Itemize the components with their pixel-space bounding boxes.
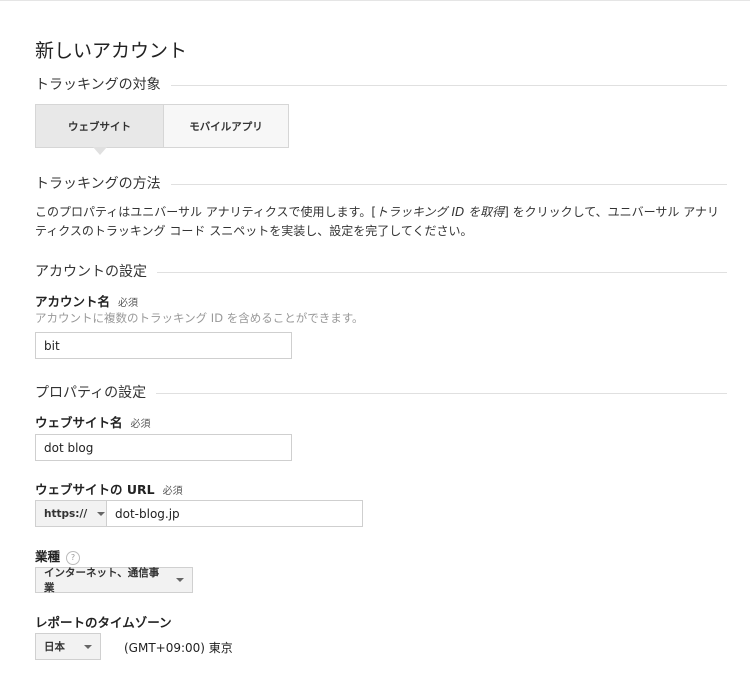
section-divider xyxy=(170,183,727,185)
timezone-country-value: 日本 xyxy=(44,641,65,653)
website-name-label: ウェブサイト名 必須 xyxy=(35,412,151,431)
section-divider xyxy=(170,84,727,86)
top-divider xyxy=(0,0,750,1)
section-divider xyxy=(157,271,727,273)
timezone-zone-text: (GMT+09:00) 東京 xyxy=(124,641,233,655)
protocol-dropdown[interactable]: https:// xyxy=(35,500,107,527)
account-name-hint: アカウントに複数のトラッキング ID を含めることができます。 xyxy=(35,311,364,325)
chevron-down-icon xyxy=(97,511,106,516)
industry-dropdown[interactable]: インターネット、通信事業 xyxy=(35,567,193,594)
tab-website-label: ウェブサイト xyxy=(68,120,131,133)
chevron-down-icon xyxy=(176,578,184,582)
description-text: ティクスのトラッキング コード スニペットを実装し、設定を完了してください。 xyxy=(35,224,473,238)
section-tracking-target: トラッキングの対象 xyxy=(35,74,727,94)
section-divider xyxy=(156,392,727,394)
industry-label: 業種? xyxy=(35,546,81,565)
required-badge: 必須 xyxy=(118,298,139,309)
industry-value: インターネット、通信事業 xyxy=(44,567,160,594)
website-name-input[interactable]: dot blog xyxy=(35,434,292,461)
tracking-target-tabs: ウェブサイト モバイルアプリ xyxy=(35,104,289,155)
account-name-input[interactable]: bit xyxy=(35,332,292,359)
tracking-method-description: このプロパティはユニバーサル アナリティクスで使用します。[トラッキング ID … xyxy=(35,203,725,241)
account-name-label: アカウント名 必須 xyxy=(35,291,138,310)
field-label-text: ウェブサイトの URL xyxy=(35,482,155,497)
tab-mobile-app-label: モバイルアプリ xyxy=(189,120,263,133)
new-account-page: 新しいアカウント トラッキングの対象 ウェブサイト モバイルアプリ トラッキング… xyxy=(0,0,750,683)
timezone-label: レポートのタイムゾーン xyxy=(35,612,172,631)
field-label-text: 業種 xyxy=(35,549,61,564)
section-label: トラッキングの対象 xyxy=(35,77,161,93)
get-tracking-id-reference: トラッキング ID を取得 xyxy=(376,205,505,219)
website-name-value: dot blog xyxy=(44,440,94,455)
field-label-text: ウェブサイト名 xyxy=(35,415,123,430)
section-label: トラッキングの方法 xyxy=(35,176,161,192)
required-badge: 必須 xyxy=(162,486,183,497)
website-url-label: ウェブサイトの URL 必須 xyxy=(35,479,183,498)
section-account-settings: アカウントの設定 xyxy=(35,261,727,281)
active-tab-pointer xyxy=(93,147,107,155)
required-badge: 必須 xyxy=(130,419,151,430)
help-icon[interactable]: ? xyxy=(66,550,81,565)
chevron-down-icon xyxy=(84,644,92,649)
website-url-value: dot-blog.jp xyxy=(115,506,180,521)
page-title: 新しいアカウント xyxy=(35,40,188,62)
field-label-text: レポートのタイムゾーン xyxy=(35,615,172,630)
section-label: アカウントの設定 xyxy=(35,264,147,280)
field-label-text: アカウント名 xyxy=(35,294,111,309)
description-text: このプロパティはユニバーサル アナリティクスで使用します。[ xyxy=(35,205,377,219)
description-text: ] をクリックして、ユニバーサル アナリ xyxy=(504,205,719,219)
website-url-input[interactable]: dot-blog.jp xyxy=(106,500,363,527)
section-property-settings: プロパティの設定 xyxy=(35,382,727,402)
account-name-value: bit xyxy=(44,338,60,353)
protocol-value: https:// xyxy=(44,507,88,520)
timezone-country-dropdown[interactable]: 日本 xyxy=(35,633,101,660)
section-label: プロパティの設定 xyxy=(35,385,147,401)
tab-website[interactable]: ウェブサイト xyxy=(35,104,163,155)
section-tracking-method: トラッキングの方法 xyxy=(35,173,727,193)
tab-mobile-app[interactable]: モバイルアプリ xyxy=(163,104,289,148)
